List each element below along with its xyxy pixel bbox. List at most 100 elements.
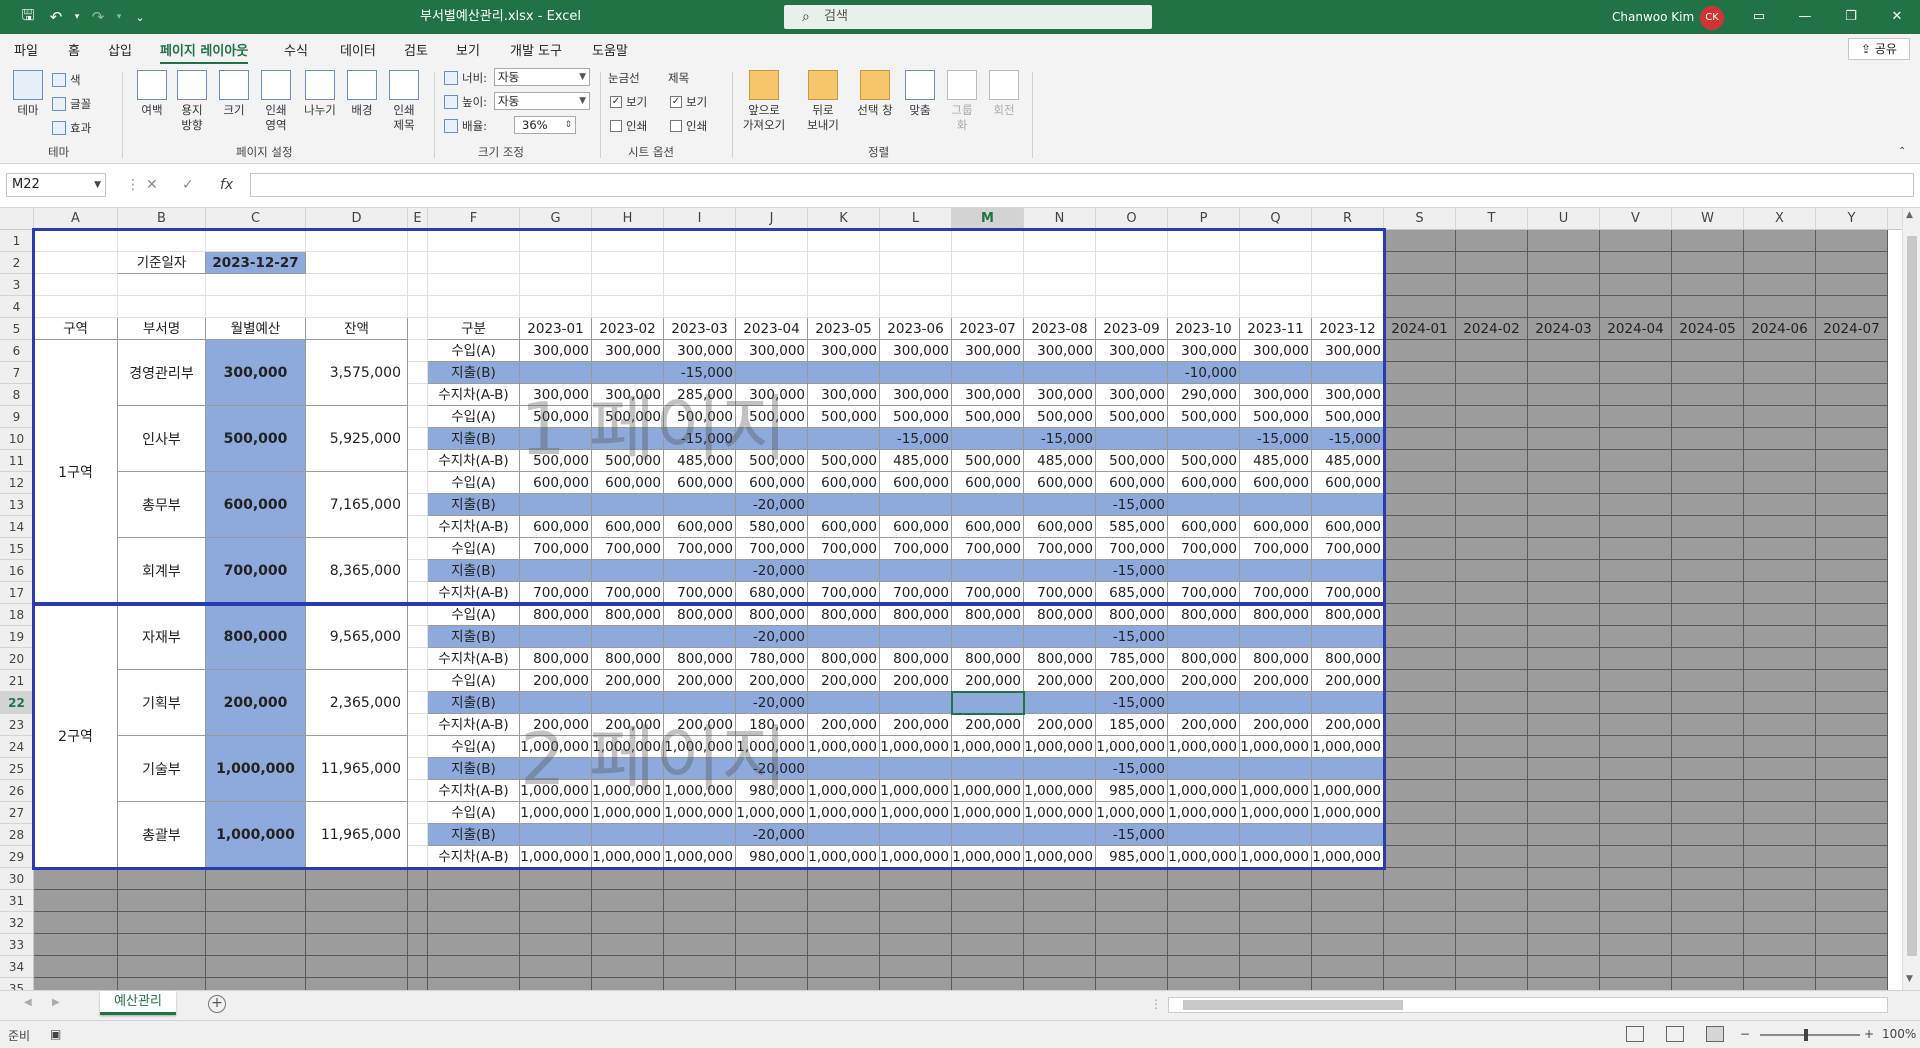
cell-outside-print-area[interactable]	[118, 890, 206, 912]
cell-outside-print-area[interactable]	[206, 890, 306, 912]
row-header[interactable]: 29	[0, 846, 34, 868]
value-cell[interactable]	[520, 626, 592, 648]
cell-empty[interactable]	[408, 692, 428, 714]
cell-empty[interactable]	[408, 780, 428, 802]
value-cell[interactable]: 1,000,000	[592, 780, 664, 802]
cell-outside-print-area[interactable]	[1456, 538, 1528, 560]
normal-view-icon[interactable]	[1626, 1026, 1644, 1042]
value-cell[interactable]: 200,000	[952, 670, 1024, 692]
cell-outside-print-area[interactable]	[736, 912, 808, 934]
cell-empty[interactable]	[408, 538, 428, 560]
value-cell[interactable]: -15,000	[1096, 560, 1168, 582]
row-header[interactable]: 25	[0, 758, 34, 780]
cell-outside-print-area[interactable]	[520, 890, 592, 912]
dept-balance[interactable]: 8,365,000	[306, 538, 408, 604]
cell-outside-print-area[interactable]	[1600, 582, 1672, 604]
cell-outside-print-area[interactable]	[1816, 516, 1888, 538]
cell-outside-print-area[interactable]	[1816, 736, 1888, 758]
cell-outside-print-area[interactable]	[1384, 340, 1456, 362]
cell-outside-print-area[interactable]	[1384, 296, 1456, 318]
close-icon[interactable]: ✕	[1874, 0, 1920, 34]
header-month[interactable]: 2024-04	[1600, 318, 1672, 340]
value-cell[interactable]	[664, 626, 736, 648]
cell-outside-print-area[interactable]	[206, 868, 306, 890]
row-header[interactable]: 21	[0, 670, 34, 692]
value-cell[interactable]: 200,000	[1240, 670, 1312, 692]
cell-outside-print-area[interactable]	[808, 956, 880, 978]
customize-qat-icon[interactable]: ⌄	[126, 0, 154, 34]
cell-empty[interactable]	[34, 296, 118, 318]
header-month[interactable]: 2024-01	[1384, 318, 1456, 340]
cell-empty[interactable]	[1312, 274, 1384, 296]
cell-outside-print-area[interactable]	[808, 868, 880, 890]
value-cell[interactable]: 200,000	[1240, 714, 1312, 736]
value-cell[interactable]: 1,000,000	[664, 780, 736, 802]
value-cell[interactable]: 700,000	[1096, 538, 1168, 560]
cell-outside-print-area[interactable]	[1672, 560, 1744, 582]
value-cell[interactable]: -15,000	[1240, 428, 1312, 450]
name-box[interactable]: M22 ▼	[6, 173, 106, 197]
column-header-b[interactable]: B	[118, 208, 206, 230]
value-cell[interactable]: 1,000,000	[1168, 802, 1240, 824]
cell-outside-print-area[interactable]	[1168, 868, 1240, 890]
value-cell[interactable]: 300,000	[1024, 340, 1096, 362]
cell-outside-print-area[interactable]	[1096, 956, 1168, 978]
cell-empty[interactable]	[206, 274, 306, 296]
cell-outside-print-area[interactable]	[1672, 538, 1744, 560]
cell-empty[interactable]	[408, 494, 428, 516]
rotate-button[interactable]: 회전	[986, 70, 1022, 118]
cell-outside-print-area[interactable]	[1528, 758, 1600, 780]
cell-outside-print-area[interactable]	[1528, 978, 1600, 990]
cell-outside-print-area[interactable]	[1744, 670, 1816, 692]
value-cell[interactable]	[1096, 428, 1168, 450]
cell-empty[interactable]	[408, 846, 428, 868]
cell-outside-print-area[interactable]	[592, 934, 664, 956]
cell-outside-print-area[interactable]	[1744, 846, 1816, 868]
cell-outside-print-area[interactable]	[1384, 604, 1456, 626]
value-cell[interactable]: 500,000	[952, 406, 1024, 428]
value-cell[interactable]: 300,000	[1240, 340, 1312, 362]
row-header[interactable]: 13	[0, 494, 34, 516]
value-cell[interactable]: 1,000,000	[520, 780, 592, 802]
cell-empty[interactable]	[428, 230, 520, 252]
cell-empty[interactable]	[664, 296, 736, 318]
cell-empty[interactable]	[306, 296, 408, 318]
value-cell[interactable]: 1,000,000	[1024, 780, 1096, 802]
value-cell[interactable]	[1312, 692, 1384, 714]
cell-outside-print-area[interactable]	[1672, 978, 1744, 990]
cell-outside-print-area[interactable]	[1312, 978, 1384, 990]
cell-outside-print-area[interactable]	[664, 912, 736, 934]
value-cell[interactable]	[520, 362, 592, 384]
cell-outside-print-area[interactable]	[880, 890, 952, 912]
horizontal-scrollbar[interactable]	[1168, 997, 1888, 1013]
cell-outside-print-area[interactable]	[1384, 252, 1456, 274]
cell-outside-print-area[interactable]	[952, 978, 1024, 990]
minimize-icon[interactable]: —	[1782, 0, 1828, 34]
value-cell[interactable]: 800,000	[1168, 604, 1240, 626]
cell-outside-print-area[interactable]	[1384, 362, 1456, 384]
cell-empty[interactable]	[206, 296, 306, 318]
cell-outside-print-area[interactable]	[1744, 934, 1816, 956]
cell-outside-print-area[interactable]	[1528, 428, 1600, 450]
cell-outside-print-area[interactable]	[428, 890, 520, 912]
value-cell[interactable]: 1,000,000	[1168, 780, 1240, 802]
value-cell[interactable]	[1168, 692, 1240, 714]
cell-empty[interactable]	[1168, 252, 1240, 274]
column-header-e[interactable]: E	[408, 208, 428, 230]
value-cell[interactable]	[1168, 428, 1240, 450]
cell-empty[interactable]	[880, 230, 952, 252]
cell-outside-print-area[interactable]	[1672, 296, 1744, 318]
value-cell[interactable]: 300,000	[880, 384, 952, 406]
cell-outside-print-area[interactable]	[1456, 692, 1528, 714]
cell-outside-print-area[interactable]	[1816, 428, 1888, 450]
value-cell[interactable]: 785,000	[1096, 648, 1168, 670]
cell-outside-print-area[interactable]	[1456, 582, 1528, 604]
value-cell[interactable]: 1,000,000	[1312, 780, 1384, 802]
insert-function-icon[interactable]: fx	[220, 173, 233, 197]
cell-outside-print-area[interactable]	[880, 978, 952, 990]
cell-outside-print-area[interactable]	[1672, 472, 1744, 494]
value-cell[interactable]	[808, 494, 880, 516]
cell-outside-print-area[interactable]	[1744, 296, 1816, 318]
cell-outside-print-area[interactable]	[1456, 648, 1528, 670]
cell-outside-print-area[interactable]	[1528, 362, 1600, 384]
